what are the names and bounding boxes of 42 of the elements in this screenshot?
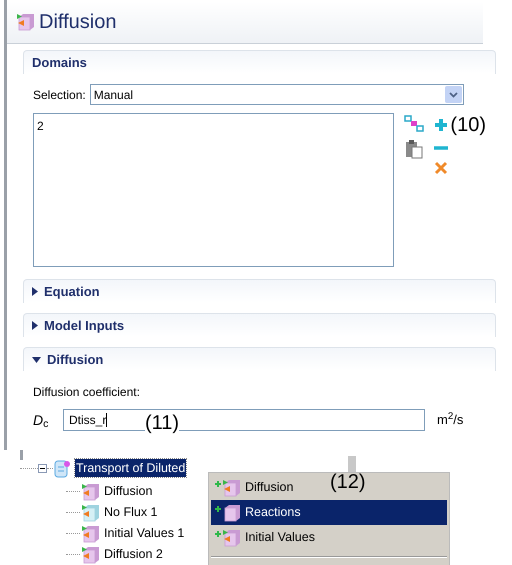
annotation-label: (10) <box>450 115 486 135</box>
selection-label: Selection: <box>33 86 86 104</box>
section-header[interactable]: Diffusion <box>23 347 496 371</box>
domain-node-icon <box>80 524 100 542</box>
tree-item[interactable]: Diffusion 2 <box>104 545 163 564</box>
list-item[interactable]: 2 <box>37 117 390 135</box>
symbol-label: D$_{c}$ <box>33 410 50 430</box>
unit-label: m$^{2}$/s <box>437 410 464 430</box>
tree-root-label[interactable]: Transport of Diluted <box>75 458 186 478</box>
dropdown-chevron-icon <box>444 86 462 103</box>
tree-item[interactable]: Diffusion <box>104 482 152 501</box>
paste-icon[interactable] <box>404 139 424 159</box>
diffusion-node-icon <box>15 12 35 30</box>
scrollbar-thumb[interactable] <box>348 456 356 472</box>
domain-node-icon <box>80 546 100 564</box>
coefficient-label: Diffusion coefficient: <box>33 384 141 401</box>
collapsed-arrow-icon <box>32 287 38 296</box>
annotation-label: (12) <box>330 472 366 492</box>
add-node-icon <box>215 528 241 546</box>
selection-dropdown[interactable]: Manual <box>90 84 464 105</box>
expanded-arrow-icon <box>32 356 41 362</box>
section-header[interactable]: Equation <box>23 279 496 303</box>
section-header[interactable]: Model Inputs <box>23 313 496 337</box>
add-icon[interactable] <box>434 118 448 132</box>
menu-item[interactable]: Diffusion <box>211 475 300 500</box>
boundary-node-icon <box>80 504 100 522</box>
section-header[interactable]: Domains <box>23 50 496 74</box>
annotation-label: (11) <box>145 413 180 433</box>
add-node-icon <box>215 478 241 496</box>
add-node-icon <box>215 504 241 522</box>
menu-item[interactable]: Initial Values <box>211 525 321 550</box>
tree-item[interactable]: No Flux 1 <box>104 503 158 522</box>
tree-item[interactable]: Initial Values 1 <box>104 524 184 543</box>
collapsed-arrow-icon <box>32 321 38 330</box>
domain-list[interactable]: 2 <box>33 113 394 267</box>
domain-node-icon <box>80 482 100 500</box>
menu-item[interactable]: Reactions <box>211 500 447 525</box>
panel-title: Diffusion <box>39 10 116 34</box>
remove-icon[interactable] <box>434 145 448 151</box>
collapse-toggle-icon[interactable] <box>38 464 47 472</box>
chain-icon[interactable] <box>404 115 424 133</box>
close-icon[interactable] <box>434 161 448 175</box>
